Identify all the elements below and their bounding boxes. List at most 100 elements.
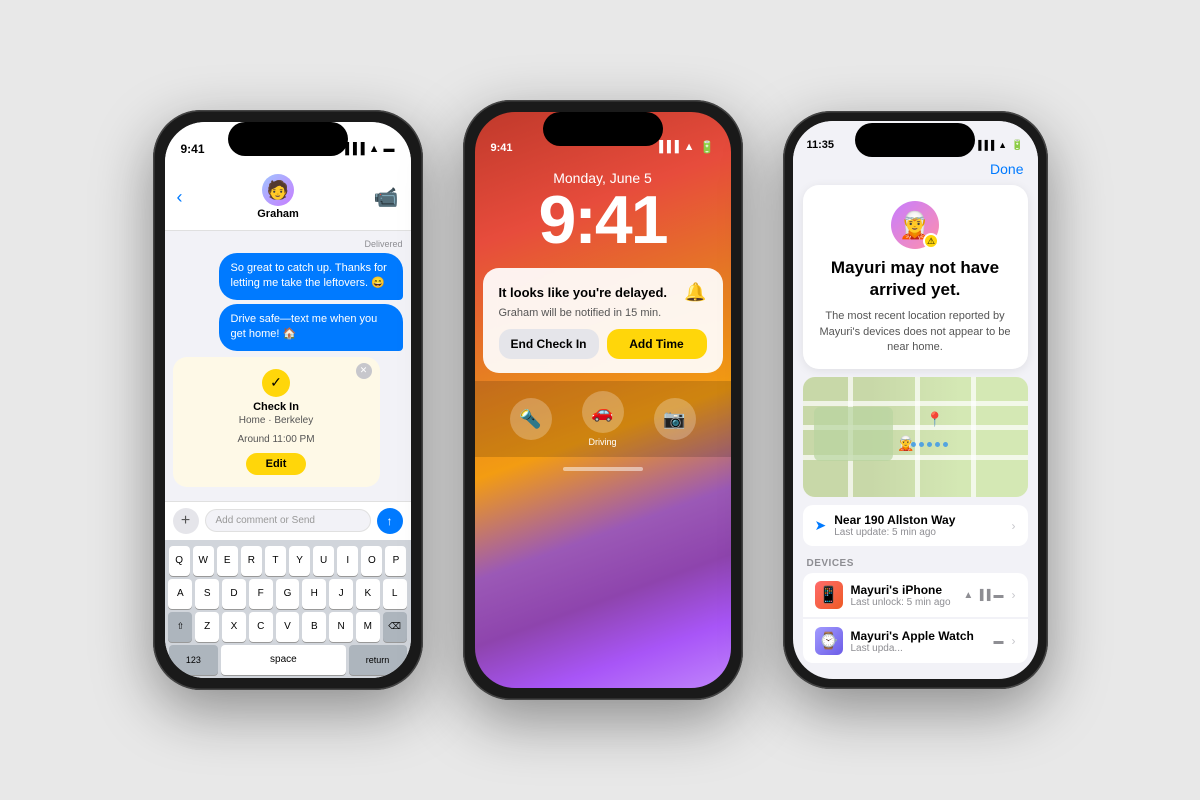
watch-info: Mayuri's Apple Watch Last upda... [851, 629, 986, 654]
contact-info[interactable]: 🧑 Graham [257, 174, 299, 220]
key-y[interactable]: Y [289, 546, 310, 576]
alert-section: 🧝 ⚠ Mayuri may not have arrived yet. The… [803, 185, 1028, 369]
key-a[interactable]: A [168, 579, 192, 609]
lock-wifi-icon: ▲ [684, 141, 695, 153]
contact-avatar: 🧑 [262, 174, 294, 206]
messages-screen: 9:41 ▐▐▐ ▲ ▬ ‹ 🧑 Graham 📹 Delivered So g… [165, 122, 411, 678]
iphone-info: Mayuri's iPhone Last unlock: 5 min ago [851, 583, 956, 608]
key-w[interactable]: W [193, 546, 214, 576]
done-button[interactable]: Done [990, 161, 1023, 177]
iphone-chevron-icon: › [1012, 588, 1016, 602]
key-q[interactable]: Q [169, 546, 190, 576]
destination-pin: 📍 [926, 411, 943, 428]
map-view[interactable]: 📍 🧝 [803, 377, 1028, 497]
watch-battery-icon: ▬ [994, 636, 1004, 647]
delay-buttons: End Check In Add Time [499, 329, 707, 359]
findmy-time: 11:35 [807, 139, 835, 151]
key-i[interactable]: I [337, 546, 358, 576]
driving-button[interactable]: 🚗 [582, 391, 624, 433]
key-v[interactable]: V [276, 612, 300, 642]
lock-status-icons: ▐▐▐ ▲ 🔋 [655, 140, 714, 154]
checkin-edit-button[interactable]: Edit [246, 453, 307, 475]
key-m[interactable]: M [356, 612, 380, 642]
key-p[interactable]: P [385, 546, 406, 576]
key-t[interactable]: T [265, 546, 286, 576]
findmy-wifi-icon: ▲ [998, 140, 1007, 150]
key-u[interactable]: U [313, 546, 334, 576]
key-x[interactable]: X [222, 612, 246, 642]
iphone-battery-icon: ▬ [994, 590, 1004, 601]
key-o[interactable]: O [361, 546, 382, 576]
key-g[interactable]: G [276, 579, 300, 609]
keyboard-row-4: 123 space return [169, 645, 407, 675]
delay-title: It looks like you're delayed. [499, 285, 668, 300]
key-s[interactable]: S [195, 579, 219, 609]
key-z[interactable]: Z [195, 612, 219, 642]
location-name: Near 190 Allston Way [834, 513, 1003, 527]
camera-button[interactable]: 📷 [654, 398, 696, 440]
lock-bottom-bar: 🔦 🚗 Driving 📷 [475, 381, 731, 457]
key-c[interactable]: C [249, 612, 273, 642]
lockscreen-screen: 9:41 ▐▐▐ ▲ 🔋 Monday, June 5 9:41 It look… [475, 112, 731, 688]
phone-lockscreen: 9:41 ▐▐▐ ▲ 🔋 Monday, June 5 9:41 It look… [463, 100, 743, 700]
key-n[interactable]: N [329, 612, 353, 642]
iphone-name: Mayuri's iPhone [851, 583, 956, 597]
devices-section-header: DEVICES [793, 550, 1038, 573]
lock-time: 9:41 [491, 142, 513, 154]
key-123[interactable]: 123 [169, 645, 219, 675]
checkin-time: Around 11:00 PM [185, 434, 368, 445]
device-iphone-row[interactable]: 📱 Mayuri's iPhone Last unlock: 5 min ago… [803, 573, 1028, 617]
home-indicator [475, 457, 731, 481]
flashlight-button[interactable]: 🔦 [510, 398, 552, 440]
sent-bubble-2: Drive safe—text me when you get home! 🏠 [219, 304, 403, 351]
key-r[interactable]: R [241, 546, 262, 576]
key-space[interactable]: space [221, 645, 345, 675]
key-delete[interactable]: ⌫ [383, 612, 407, 642]
wifi-icon: ▲ [369, 143, 380, 155]
alert-title: Mayuri may not have arrived yet. [817, 257, 1014, 301]
checkin-location: Home · Berkeley [185, 415, 368, 426]
back-button[interactable]: ‹ [177, 187, 183, 208]
video-call-button[interactable]: 📹 [374, 185, 399, 210]
status-icons: ▐▐▐ ▲ ▬ [341, 143, 394, 155]
delay-icon: 🔔 [684, 282, 706, 303]
add-time-button[interactable]: Add Time [607, 329, 707, 359]
location-trail [911, 442, 948, 447]
device-watch-row[interactable]: ⌚ Mayuri's Apple Watch Last upda... ▬ › [803, 618, 1028, 663]
key-l[interactable]: L [383, 579, 407, 609]
location-last-update: Last update: 5 min ago [834, 527, 1003, 538]
send-button[interactable]: ↑ [377, 508, 403, 534]
notch-3 [855, 123, 975, 157]
chevron-right-icon: › [1012, 519, 1016, 533]
warning-badge: ⚠ [923, 233, 939, 249]
key-h[interactable]: H [302, 579, 326, 609]
location-text: Near 190 Allston Way Last update: 5 min … [834, 513, 1003, 538]
phone-findmy: 11:35 ▐▐▐ ▲ 🔋 Done 🧝 ⚠ Mayuri may not ha… [783, 111, 1048, 689]
key-b[interactable]: B [302, 612, 326, 642]
key-shift[interactable]: ⇧ [168, 612, 192, 642]
end-check-in-button[interactable]: End Check In [499, 329, 599, 359]
checkin-card: ✕ ✓ Check In Home · Berkeley Around 11:0… [173, 357, 380, 487]
key-return[interactable]: return [349, 645, 407, 675]
key-d[interactable]: D [222, 579, 246, 609]
iphone-wifi-icon: ▲ [963, 590, 973, 601]
watch-chevron-icon: › [1012, 634, 1016, 648]
message-input[interactable]: Add comment or Send [205, 509, 371, 532]
driving-mode: 🚗 Driving [582, 391, 624, 447]
attachment-button[interactable]: + [173, 508, 199, 534]
messages-header: ‹ 🧑 Graham 📹 [165, 166, 411, 231]
iphone-status-icons: ▲ ▐▐ ▬ [963, 590, 1003, 601]
findmy-header: Done [793, 161, 1038, 185]
flashlight-icon: 🔦 [519, 409, 541, 430]
keyboard-row-2: A S D F G H J K L [169, 579, 407, 609]
phone-messages: 9:41 ▐▐▐ ▲ ▬ ‹ 🧑 Graham 📹 Delivered So g… [153, 110, 423, 690]
checkin-close-button[interactable]: ✕ [356, 363, 372, 379]
key-f[interactable]: F [249, 579, 273, 609]
lock-battery-icon: 🔋 [700, 140, 715, 154]
key-e[interactable]: E [217, 546, 238, 576]
messages-body: Delivered So great to catch up. Thanks f… [165, 231, 411, 501]
key-j[interactable]: J [329, 579, 353, 609]
lock-signal-icon: ▐▐▐ [655, 141, 678, 153]
key-k[interactable]: K [356, 579, 380, 609]
location-row[interactable]: ➤ Near 190 Allston Way Last update: 5 mi… [803, 505, 1028, 546]
